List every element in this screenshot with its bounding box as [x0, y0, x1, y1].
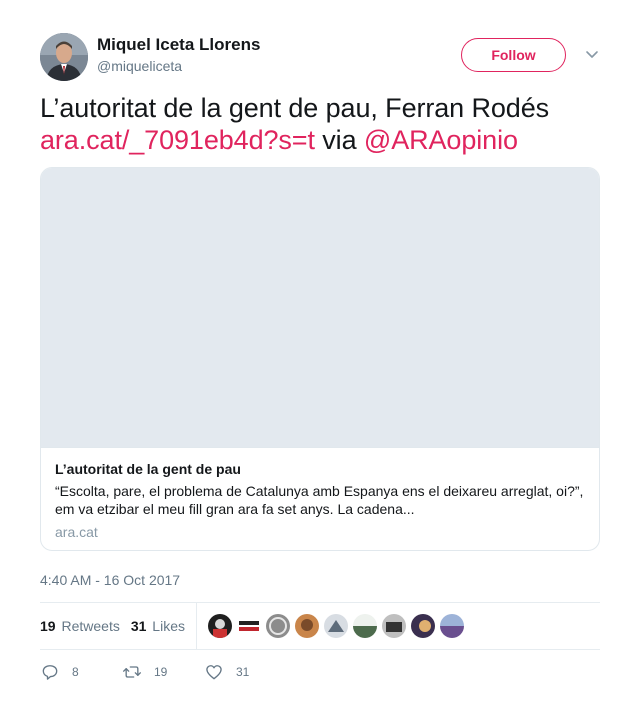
- card-description: “Escolta, pare, el problema de Catalunya…: [55, 483, 584, 517]
- retweets-count: 19: [40, 618, 56, 634]
- tweet-text: L’autoritat de la gent de pau, Ferran Ro…: [40, 92, 600, 156]
- follow-button[interactable]: Follow: [461, 38, 566, 72]
- card-title: L’autoritat de la gent de pau: [55, 461, 241, 477]
- tweet: Miquel Iceta Llorens @miqueliceta Follow…: [40, 32, 600, 680]
- profile-photo-icon: [40, 33, 88, 81]
- tweet-text-links: ara.cat/_7091eb4d?s=t via @ARAopinio: [40, 124, 600, 156]
- retweet-count: 19: [154, 665, 168, 679]
- retweets-stat[interactable]: 19 Retweets: [40, 618, 120, 634]
- retweet-icon: [123, 666, 141, 678]
- tweet-text-line: L’autoritat de la gent de pau, Ferran Ro…: [40, 93, 550, 123]
- liker-avatar[interactable]: [410, 614, 435, 638]
- reply-icon: [42, 665, 58, 680]
- tweet-link[interactable]: ara.cat/_7091eb4d?s=t: [40, 125, 315, 155]
- divider: [40, 649, 600, 650]
- tweet-timestamp[interactable]: 4:40 AM - 16 Oct 2017: [40, 572, 180, 588]
- link-card[interactable]: L’autoritat de la gent de pau “Escolta, …: [40, 167, 600, 551]
- user-names: Miquel Iceta Llorens @miqueliceta: [97, 35, 260, 75]
- likes-label: Likes: [152, 618, 185, 634]
- via-text: via: [322, 125, 357, 155]
- liker-avatar[interactable]: [207, 614, 232, 638]
- avatar[interactable]: [40, 33, 88, 81]
- chevron-down-icon[interactable]: [584, 46, 600, 62]
- reply-button[interactable]: 8: [40, 662, 122, 682]
- user-handle[interactable]: @miqueliceta: [97, 57, 260, 75]
- reply-count: 8: [72, 665, 79, 679]
- stats-separator: [195, 603, 197, 649]
- retweet-button[interactable]: 19: [122, 662, 204, 682]
- tweet-header: Miquel Iceta Llorens @miqueliceta Follow: [40, 32, 600, 81]
- card-domain: ara.cat: [55, 524, 98, 540]
- retweets-label: Retweets: [61, 618, 120, 634]
- tweet-actions: 8 19 31: [40, 660, 249, 684]
- like-button[interactable]: 31: [204, 662, 249, 682]
- heart-icon: [206, 665, 222, 680]
- card-image-placeholder: [41, 168, 599, 448]
- liker-avatar[interactable]: [323, 614, 348, 638]
- card-body: L’autoritat de la gent de pau “Escolta, …: [41, 448, 599, 541]
- likes-count: 31: [130, 618, 147, 634]
- mention-link[interactable]: @ARAopinio: [364, 125, 518, 155]
- liker-avatars: [207, 614, 469, 638]
- likes-stat[interactable]: 31 Likes: [131, 618, 185, 634]
- liker-avatar[interactable]: [439, 614, 464, 638]
- liker-avatar[interactable]: [381, 614, 406, 638]
- user-full-name[interactable]: Miquel Iceta Llorens: [97, 35, 260, 55]
- tweet-stats: 19 Retweets 31 Likes: [40, 603, 600, 649]
- liker-avatar[interactable]: [294, 614, 319, 638]
- liker-avatar[interactable]: [236, 614, 261, 638]
- liker-avatar[interactable]: [265, 614, 290, 638]
- liker-avatar[interactable]: [352, 614, 377, 638]
- like-count: 31: [236, 665, 250, 679]
